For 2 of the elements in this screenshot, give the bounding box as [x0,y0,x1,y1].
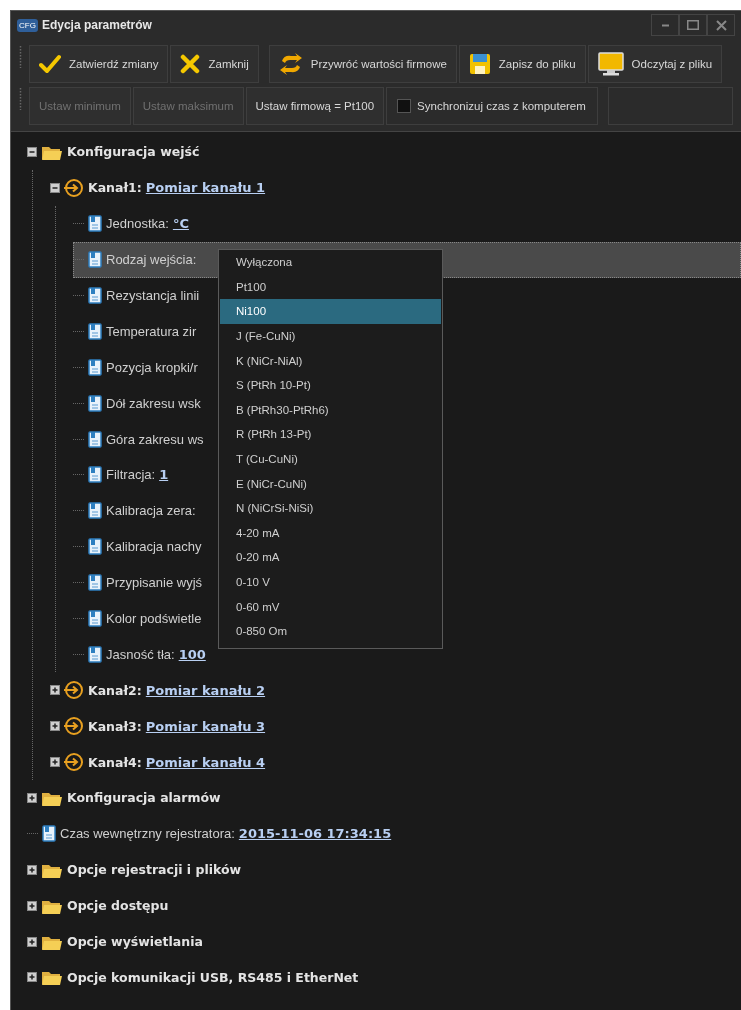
window-title: Edycja parametrów [41,18,153,32]
app-icon: CFG [17,18,38,32]
